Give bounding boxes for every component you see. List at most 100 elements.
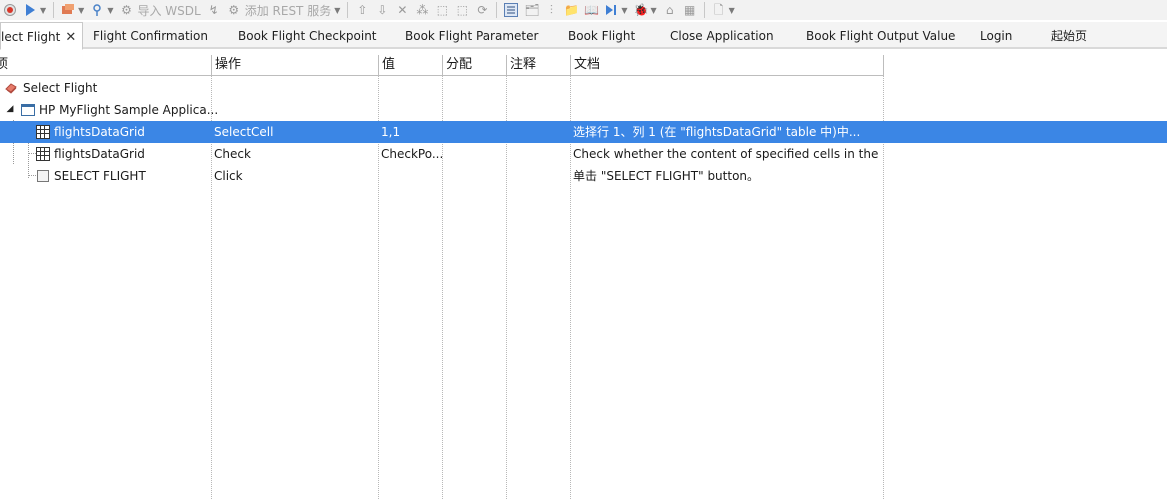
- table-icon: [36, 125, 50, 139]
- tab-login[interactable]: Login: [980, 22, 1012, 49]
- sync-icon: ⟳: [477, 3, 488, 17]
- chevron-down-icon[interactable]: ▼: [40, 6, 46, 15]
- tab-start-page[interactable]: 起始页: [1051, 22, 1087, 49]
- chevron-down-icon[interactable]: ▼: [651, 6, 657, 15]
- table-row[interactable]: SELECT FLIGHT Click 单击 "SELECT FLIGHT" b…: [0, 165, 884, 187]
- tab-select-flight[interactable]: lect Flight ✕: [0, 22, 84, 52]
- debug-button[interactable]: 🐞 ▼: [631, 0, 660, 20]
- add-rest-label: 添加 REST 服务: [244, 3, 332, 18]
- tab-book-flight-output-value[interactable]: Book Flight Output Value: [806, 22, 955, 49]
- step-into-button[interactable]: ▼: [601, 0, 630, 20]
- chevron-down-icon[interactable]: ▼: [621, 6, 627, 15]
- excel-button[interactable]: ▦: [680, 0, 700, 20]
- row-assignment[interactable]: [442, 143, 506, 165]
- output-button[interactable]: 📁: [561, 0, 581, 20]
- table-row[interactable]: ◢ HP MyFlight Sample Applica...: [0, 99, 884, 121]
- chevron-down-icon[interactable]: ▼: [107, 6, 113, 15]
- excel-icon: ▦: [684, 3, 696, 17]
- row-operation[interactable]: Click: [211, 165, 378, 187]
- document-icon: 🗋: [713, 3, 724, 17]
- import-wsdl-button[interactable]: ⚙ 导入 WSDL: [116, 0, 203, 20]
- add-rest-button[interactable]: ⚙ 添加 REST 服务 ▼: [224, 0, 344, 20]
- delete-icon: ✕: [397, 3, 408, 17]
- row-documentation: 选择行 1、列 1 (在 "flightsDataGrid" table 中)中…: [573, 125, 861, 139]
- row-comment[interactable]: [506, 121, 570, 143]
- tab-label: Book Flight Output Value: [806, 29, 956, 43]
- row-item-label: Select Flight: [23, 81, 98, 95]
- close-icon[interactable]: ✕: [65, 24, 76, 52]
- row-item-label: HP MyFlight Sample Applica...: [39, 103, 219, 117]
- tab-book-flight-checkpoint[interactable]: Book Flight Checkpoint: [238, 22, 377, 49]
- column-header-operation[interactable]: 操作: [212, 55, 379, 75]
- row-operation[interactable]: SelectCell: [211, 121, 378, 143]
- split-icon: ⁂: [416, 3, 429, 17]
- window-icon: [21, 103, 35, 117]
- row-item-label: flightsDataGrid: [54, 125, 145, 139]
- sync-button[interactable]: ⟳: [472, 0, 492, 20]
- table-row[interactable]: flightsDataGrid Check CheckPo... Check w…: [0, 143, 884, 165]
- new-document-button[interactable]: 🗋 ▼: [709, 0, 738, 20]
- tab-label: lect Flight: [1, 30, 61, 44]
- chevron-down-icon[interactable]: ▼: [334, 6, 340, 15]
- table-row-selected[interactable]: flightsDataGrid SelectCell 1,1 选择行 1、列 1…: [0, 121, 1167, 143]
- tab-bar: lect Flight ✕ Flight Confirmation Book Fl…: [0, 22, 1167, 52]
- tab-book-flight-parameter[interactable]: Book Flight Parameter: [405, 22, 538, 49]
- tab-label: 起始页: [1051, 29, 1088, 43]
- column-header-value[interactable]: 值: [379, 55, 443, 75]
- row-documentation: 单击 "SELECT FLIGHT" button。: [573, 169, 760, 183]
- run-button[interactable]: ▼: [20, 0, 49, 20]
- bug-icon: 🐞: [633, 3, 649, 17]
- keyword-view-button[interactable]: [501, 0, 521, 20]
- move-down-button[interactable]: ⇩: [372, 0, 392, 20]
- table-row[interactable]: Select Flight: [0, 77, 884, 99]
- tab-label: Login: [980, 29, 1013, 43]
- row-comment[interactable]: [506, 165, 570, 187]
- row-item-label: SELECT FLIGHT: [54, 169, 146, 183]
- chevron-down-icon[interactable]: ◢: [4, 103, 16, 115]
- refresh-service-button[interactable]: ↯: [204, 0, 224, 20]
- column-header-documentation[interactable]: 文档: [571, 55, 884, 75]
- ungroup-icon: ⬚: [456, 3, 469, 17]
- tab-label: Book Flight Checkpoint: [238, 29, 377, 43]
- move-up-button[interactable]: ⇧: [352, 0, 372, 20]
- docs-button[interactable]: 📖: [581, 0, 601, 20]
- rest-icon: ⚙: [228, 3, 240, 17]
- chevron-down-icon[interactable]: ▼: [78, 6, 84, 15]
- row-comment[interactable]: [506, 143, 570, 165]
- home-button[interactable]: ⌂: [660, 0, 680, 20]
- split-button[interactable]: ⁂: [412, 0, 432, 20]
- row-assignment[interactable]: [442, 121, 506, 143]
- tab-book-flight[interactable]: Book Flight: [568, 22, 635, 49]
- spy-button[interactable]: ▼: [87, 0, 116, 20]
- row-value[interactable]: CheckPo...: [378, 143, 442, 165]
- toolbar-separator: [347, 2, 349, 18]
- record-icon: [3, 3, 17, 17]
- tab-flight-confirmation[interactable]: Flight Confirmation: [93, 22, 208, 49]
- column-header-item[interactable]: 项: [0, 55, 212, 75]
- add-step-button[interactable]: ▼: [58, 0, 87, 20]
- delete-button[interactable]: ✕: [392, 0, 412, 20]
- row-operation[interactable]: Check: [211, 143, 378, 165]
- refresh-icon: ↯: [208, 3, 219, 17]
- output-icon: 📁: [564, 3, 580, 17]
- row-value[interactable]: 1,1: [378, 121, 442, 143]
- row-value[interactable]: [378, 165, 442, 187]
- toolbar-separator: [53, 2, 55, 18]
- wsdl-icon: ⚙: [121, 3, 132, 17]
- column-header-assignment[interactable]: 分配: [443, 55, 507, 75]
- parameters-icon: ⫶: [549, 3, 553, 17]
- column-header-comment[interactable]: 注释: [507, 55, 571, 75]
- tab-close-application[interactable]: Close Application: [670, 22, 774, 49]
- toolbar-separator: [496, 2, 498, 18]
- tab-label: Book Flight Parameter: [405, 29, 539, 43]
- parameters-button[interactable]: ⫶: [541, 0, 561, 20]
- ungroup-button[interactable]: ⬚: [452, 0, 472, 20]
- group-button[interactable]: ⬚: [432, 0, 452, 20]
- list-view-icon: [504, 3, 519, 17]
- chevron-down-icon[interactable]: ▼: [729, 6, 735, 15]
- record-button[interactable]: [0, 0, 20, 20]
- book-icon: 📖: [584, 3, 600, 17]
- object-repository-button[interactable]: 🗂: [521, 0, 541, 20]
- row-assignment[interactable]: [442, 165, 506, 187]
- group-icon: ⬚: [436, 3, 449, 17]
